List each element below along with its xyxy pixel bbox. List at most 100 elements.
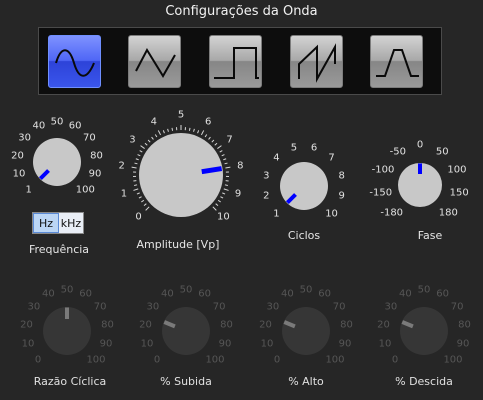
amplitude-tick-label: 3 bbox=[129, 134, 136, 146]
trapezoid-wave-button[interactable] bbox=[370, 35, 423, 88]
ciclos-pointer bbox=[285, 193, 297, 205]
amplitude-tick-label: 8 bbox=[237, 160, 244, 172]
amplitude-tick-mark bbox=[141, 199, 145, 203]
amplitude-tick-label: 0 bbox=[135, 211, 142, 223]
amplitude-tick-mark bbox=[223, 188, 229, 191]
fase-tick-label: 100 bbox=[447, 164, 467, 176]
amplitude-tick-mark bbox=[133, 188, 139, 191]
amplitude-tick-mark bbox=[211, 139, 215, 143]
alto-tick-label: 0 bbox=[273, 354, 281, 366]
amplitude-tick-mark bbox=[219, 150, 223, 153]
amplitude-tick-label: 2 bbox=[118, 160, 125, 172]
triangle-wave-button[interactable] bbox=[128, 35, 181, 88]
subida-pointer bbox=[163, 320, 176, 329]
razao_ciclica-tick-label: 50 bbox=[60, 284, 74, 296]
ciclos-tick-label: 6 bbox=[310, 142, 318, 154]
amplitude-tick-mark bbox=[214, 142, 218, 146]
fase-label: Fase bbox=[417, 229, 443, 242]
razao_ciclica-tick-label: 70 bbox=[93, 301, 107, 313]
amplitude-dial bbox=[139, 133, 223, 217]
sawtooth-wave-button[interactable] bbox=[290, 35, 343, 88]
amplitude-tick-mark bbox=[224, 184, 228, 186]
subida-tick-label: 40 bbox=[161, 288, 174, 300]
subida-dial bbox=[162, 307, 210, 355]
frequency-unit-selector: Hz kHz bbox=[32, 212, 84, 234]
unit-khz-button[interactable]: kHz bbox=[59, 213, 83, 233]
amplitude-tick-mark bbox=[197, 130, 200, 134]
ciclos-tick-label: 4 bbox=[273, 152, 280, 164]
amplitude-tick-mark bbox=[135, 158, 139, 161]
fase-dial bbox=[398, 163, 442, 207]
frequencia-tick-label: 1 bbox=[25, 184, 32, 196]
descida-tick-label: 50 bbox=[417, 284, 431, 296]
fase-tick-label: 50 bbox=[435, 146, 449, 158]
alto-tick-label: 20 bbox=[259, 319, 272, 331]
amplitude-tick-mark bbox=[162, 130, 165, 134]
amplitude-tick-mark bbox=[157, 130, 162, 136]
descida-tick-label: 30 bbox=[384, 301, 398, 313]
amplitude-tick-mark bbox=[200, 130, 205, 136]
subida-tick-label: 30 bbox=[146, 301, 160, 313]
ciclos-tick-label: 2 bbox=[263, 190, 270, 202]
fase-tick-label: -50 bbox=[389, 146, 406, 158]
razao_ciclica-tick-label: 60 bbox=[79, 288, 92, 300]
amplitude-tick-mark bbox=[147, 139, 151, 143]
ciclos-label: Ciclos bbox=[287, 229, 321, 242]
frequencia-tick-label: 20 bbox=[11, 150, 24, 162]
razao-ciclica-label: Razão Cíclica bbox=[33, 375, 107, 388]
amplitude-tick-mark bbox=[145, 206, 150, 211]
ciclos-dial bbox=[280, 162, 328, 210]
sawtooth-wave-icon bbox=[298, 43, 336, 83]
frequencia-tick-label: 10 bbox=[12, 168, 26, 180]
amplitude-tick-mark bbox=[212, 206, 217, 211]
amplitude-tick-label: 1 bbox=[120, 188, 128, 200]
razao_ciclica-tick-label: 0 bbox=[34, 354, 42, 366]
descida-tick-label: 90 bbox=[456, 338, 470, 350]
razao_ciclica-tick-label: 90 bbox=[99, 338, 113, 350]
descida-tick-label: 60 bbox=[436, 288, 449, 300]
descida-label: % Descida bbox=[395, 375, 453, 388]
alto-label: % Alto bbox=[288, 375, 324, 388]
amplitude-tick-mark bbox=[167, 128, 169, 132]
amplitude-tick-mark bbox=[151, 136, 154, 140]
amplitude-tick-mark bbox=[138, 196, 142, 199]
amplitude-tick-mark bbox=[220, 196, 224, 199]
amplitude-tick-mark bbox=[204, 134, 208, 138]
subida-tick-label: 20 bbox=[139, 319, 152, 331]
subida-tick-label: 90 bbox=[218, 338, 232, 350]
alto-tick-label: 90 bbox=[338, 338, 352, 350]
ciclos-tick-label: 9 bbox=[338, 190, 345, 202]
amplitude-tick-mark bbox=[143, 203, 147, 206]
unit-hz-button[interactable]: Hz bbox=[33, 213, 59, 233]
amplitude-tick-mark bbox=[224, 162, 228, 165]
amplitude-tick-mark bbox=[223, 158, 227, 161]
amplitude-tick-label: 7 bbox=[226, 134, 233, 146]
ciclos-tick-label: 5 bbox=[290, 142, 298, 154]
amplitude-pointer bbox=[201, 166, 223, 175]
amplitude-label: Amplitude [Vp] bbox=[136, 238, 220, 251]
square-wave-button[interactable] bbox=[209, 35, 262, 88]
subida-tick-label: 10 bbox=[140, 338, 154, 350]
amplitude-tick-mark bbox=[136, 192, 140, 195]
trapezoid-wave-icon bbox=[376, 49, 419, 77]
fase-tick-label: 150 bbox=[449, 187, 469, 199]
amplitude-tick-mark bbox=[193, 128, 195, 132]
subida-tick-label: 70 bbox=[212, 301, 226, 313]
sine-wave-button[interactable] bbox=[48, 35, 101, 88]
subida-tick-label: 80 bbox=[220, 319, 233, 331]
razao_ciclica-dial bbox=[43, 307, 91, 355]
ciclos-tick-label: 7 bbox=[328, 152, 335, 164]
razao_ciclica-tick-label: 30 bbox=[27, 301, 41, 313]
fase-tick-label: -100 bbox=[371, 164, 395, 176]
razao_ciclica-tick-label: 20 bbox=[20, 319, 33, 331]
alto-tick-label: 80 bbox=[340, 319, 353, 331]
ciclos-tick-label: 3 bbox=[263, 170, 270, 182]
descida-tick-label: 10 bbox=[378, 338, 392, 350]
frequencia-dial bbox=[33, 138, 81, 186]
alto-pointer bbox=[283, 320, 296, 329]
frequencia-tick-label: 30 bbox=[18, 132, 31, 144]
amplitude-tick-mark bbox=[217, 199, 221, 203]
fase-tick-label: 180 bbox=[438, 207, 458, 219]
razao_ciclica-tick-label: 10 bbox=[21, 338, 35, 350]
amplitude-tick-label: 4 bbox=[150, 116, 157, 128]
